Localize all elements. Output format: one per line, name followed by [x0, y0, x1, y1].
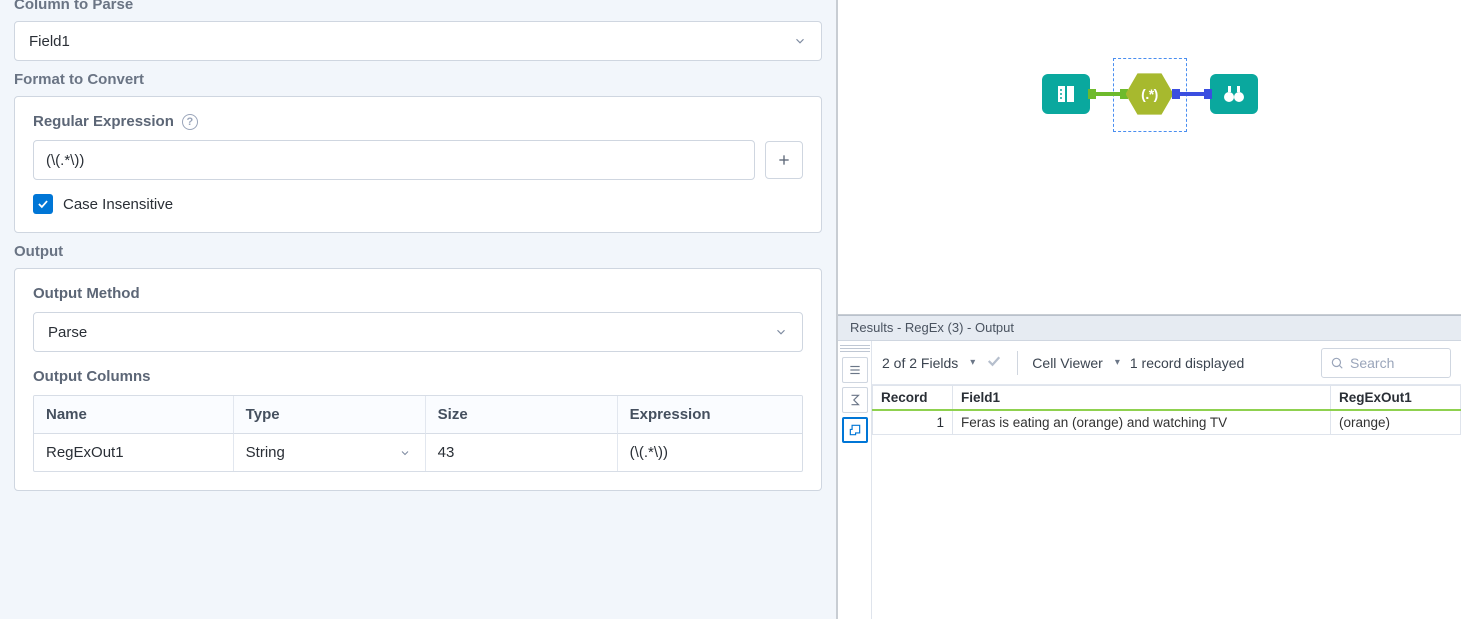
case-insensitive-label: Case Insensitive [63, 196, 173, 213]
add-regex-button[interactable] [765, 141, 803, 179]
config-panel: Column to Parse Field1 Format to Convert… [0, 0, 838, 619]
format-to-convert-label: Format to Convert [14, 71, 822, 88]
regex-label-row: Regular Expression ? [33, 113, 803, 130]
output-columns-label: Output Columns [33, 368, 803, 385]
case-insensitive-checkbox[interactable] [33, 194, 53, 214]
results-gutter [838, 341, 872, 619]
regex-input[interactable] [33, 140, 755, 180]
cell-record: 1 [873, 410, 953, 435]
list-view-button[interactable] [842, 357, 868, 383]
table-row[interactable]: RegExOut1 String 43 (\(.*\)) [34, 434, 802, 471]
check-icon[interactable] [985, 352, 1003, 373]
col-header-name: Name [34, 396, 234, 434]
output-method-value: Parse [48, 324, 87, 341]
drag-handle-icon[interactable] [840, 345, 870, 353]
col-header-type: Type [234, 396, 426, 434]
fields-summary[interactable]: 2 of 2 Fields [882, 355, 958, 371]
results-title: Results - RegEx (3) - Output [838, 315, 1461, 341]
format-fieldset: Regular Expression ? Case Insensitive [14, 96, 822, 233]
results-toolbar: 2 of 2 Fields ▾ Cell Viewer ▾ 1 record d… [872, 341, 1461, 385]
connector [1174, 92, 1210, 96]
sigma-view-button[interactable] [842, 387, 868, 413]
output-method-select[interactable]: Parse [33, 312, 803, 352]
col-header-size: Size [426, 396, 618, 434]
col-header-field1[interactable]: Field1 [953, 386, 1331, 411]
data-view-button[interactable] [842, 417, 868, 443]
results-search-input[interactable]: Search [1321, 348, 1451, 378]
text-input-tool-icon[interactable] [1042, 74, 1090, 114]
caret-down-icon[interactable]: ▾ [1115, 357, 1120, 368]
record-count: 1 record displayed [1130, 355, 1244, 371]
col-header-regexout1[interactable]: RegExOut1 [1331, 386, 1461, 411]
results-table[interactable]: Record Field1 RegExOut1 1 Feras is eatin… [872, 385, 1461, 435]
regex-label: Regular Expression [33, 113, 174, 130]
column-to-parse-value: Field1 [29, 33, 70, 50]
chevron-down-icon [774, 325, 788, 339]
divider [1017, 351, 1018, 375]
column-to-parse-label: Column to Parse [14, 0, 822, 13]
table-row[interactable]: 1 Feras is eating an (orange) and watchi… [873, 410, 1461, 435]
right-pane: (.*) Results - RegEx (3) - Output [838, 0, 1461, 619]
cell-name[interactable]: RegExOut1 [34, 434, 234, 471]
col-header-expression: Expression [618, 396, 802, 434]
output-fieldset: Output Method Parse Output Columns Name … [14, 268, 822, 491]
results-panel: Results - RegEx (3) - Output 2 of 2 Fiel… [838, 315, 1461, 619]
regex-tool-icon[interactable]: (.*) [1126, 72, 1174, 116]
caret-down-icon[interactable]: ▾ [970, 357, 975, 368]
search-placeholder: Search [1350, 355, 1394, 371]
cell-field1: Feras is eating an (orange) and watching… [953, 410, 1331, 435]
cell-viewer-label[interactable]: Cell Viewer [1032, 355, 1103, 371]
browse-tool-icon[interactable] [1210, 74, 1258, 114]
chevron-down-icon [399, 446, 413, 460]
connector [1090, 92, 1126, 96]
help-icon[interactable]: ? [182, 114, 198, 130]
output-method-label: Output Method [33, 285, 803, 302]
col-header-record[interactable]: Record [873, 386, 953, 411]
cell-type[interactable]: String [234, 434, 426, 471]
output-label: Output [14, 243, 822, 260]
cell-regexout1: (orange) [1331, 410, 1461, 435]
column-to-parse-select[interactable]: Field1 [14, 21, 822, 61]
workflow-canvas[interactable]: (.*) [838, 0, 1461, 315]
cell-expression[interactable]: (\(.*\)) [618, 434, 802, 471]
cell-size[interactable]: 43 [426, 434, 618, 471]
chevron-down-icon [793, 34, 807, 48]
output-columns-table: Name Type Size Expression RegExOut1 Stri… [33, 395, 803, 472]
